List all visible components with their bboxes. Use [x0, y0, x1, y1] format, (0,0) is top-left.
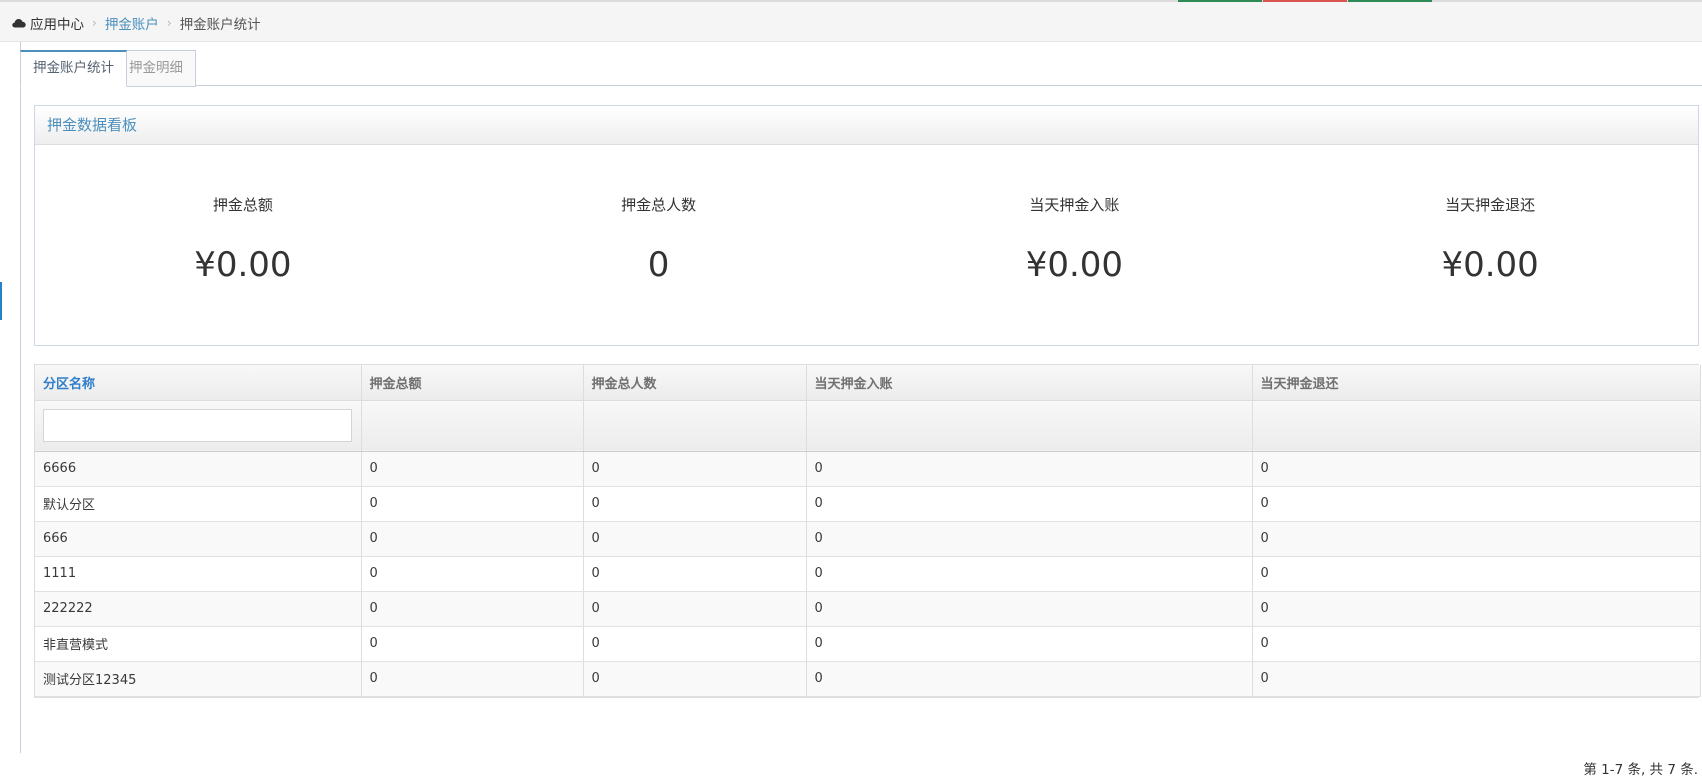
- table-row[interactable]: 222222 0 0 0 0: [35, 591, 1701, 627]
- cell-total-deposit: 0: [361, 556, 584, 592]
- tab-deposit-details[interactable]: 押金明细: [116, 50, 196, 87]
- cell-partition-name: 非直营模式: [35, 626, 362, 662]
- panel-title: 押金数据看板: [35, 106, 1698, 145]
- cell-today-income: 0: [806, 486, 1253, 522]
- tab-deposit-account-stats[interactable]: 押金账户统计: [20, 50, 127, 87]
- cell-partition-name: 测试分区12345: [35, 661, 362, 697]
- cell-total-deposit: 0: [361, 626, 584, 662]
- partition-table: 分区名称 押金总额 押金总人数 当天押金入账 当天押金退还 6666 0 0 0…: [34, 364, 1701, 698]
- cell-today-refund: 0: [1252, 626, 1701, 662]
- stat-today-income: 当天押金入账 ¥0.00: [867, 146, 1283, 346]
- stat-label: 押金总额: [212, 196, 273, 214]
- cell-total-people: 0: [583, 626, 807, 662]
- cell-today-refund: 0: [1252, 521, 1701, 557]
- stat-total-deposit: 押金总额 ¥0.00: [35, 146, 451, 346]
- breadcrumb-separator: ›: [92, 16, 97, 30]
- filter-cell: [361, 400, 584, 452]
- tab-bar: 押金账户统计 押金明细: [20, 50, 1702, 87]
- dashboard-panel: 押金数据看板 押金总额 ¥0.00 押金总人数 0 当天押金入账 ¥0.00 当…: [34, 105, 1699, 346]
- cell-total-people: 0: [583, 661, 807, 697]
- filter-cell: [1252, 400, 1701, 452]
- cell-total-deposit: 0: [361, 521, 584, 557]
- filter-cell: [583, 400, 807, 452]
- stat-total-people: 押金总人数 0: [451, 146, 867, 346]
- cell-total-people: 0: [583, 451, 807, 487]
- cell-total-deposit: 0: [361, 591, 584, 627]
- filter-cell: [806, 400, 1253, 452]
- cell-today-refund: 0: [1252, 486, 1701, 522]
- table-row[interactable]: 1111 0 0 0 0: [35, 556, 1701, 592]
- cell-today-income: 0: [806, 451, 1253, 487]
- cell-today-income: 0: [806, 626, 1253, 662]
- cell-today-income: 0: [806, 661, 1253, 697]
- cell-today-income: 0: [806, 521, 1253, 557]
- sidebar-collapse-indicator: [0, 282, 2, 320]
- breadcrumb-home-link[interactable]: 应用中心: [30, 13, 84, 33]
- cell-partition-name: 1111: [35, 556, 362, 592]
- column-header-today-income[interactable]: 当天押金入账: [806, 365, 1253, 401]
- cell-total-deposit: 0: [361, 486, 584, 522]
- breadcrumb-section-link[interactable]: 押金账户: [105, 13, 159, 33]
- cell-partition-name: 6666: [35, 451, 362, 487]
- cell-today-refund: 0: [1252, 591, 1701, 627]
- pagination-info: 第 1-7 条, 共 7 条.: [1583, 762, 1698, 778]
- table-row[interactable]: 666 0 0 0 0: [35, 521, 1701, 557]
- filter-cell: [35, 400, 362, 452]
- stat-label: 押金总人数: [621, 196, 697, 214]
- cell-today-income: 0: [806, 591, 1253, 627]
- main-content: 押金账户统计 押金明细 押金数据看板 押金总额 ¥0.00 押金总人数 0 当天…: [20, 42, 1702, 778]
- cell-today-refund: 0: [1252, 661, 1701, 697]
- cell-today-income: 0: [806, 556, 1253, 592]
- stat-value: ¥0.00: [1441, 245, 1539, 285]
- table-row[interactable]: 6666 0 0 0 0: [35, 451, 1701, 487]
- partition-name-filter-input[interactable]: [43, 409, 352, 442]
- table-row[interactable]: 默认分区 0 0 0 0: [35, 486, 1701, 522]
- stats-row: 押金总额 ¥0.00 押金总人数 0 当天押金入账 ¥0.00 当天押金退还 ¥…: [35, 146, 1698, 346]
- stat-label: 当天押金入账: [1029, 196, 1120, 214]
- breadcrumb-separator: ›: [166, 16, 172, 30]
- stat-label: 当天押金退还: [1445, 196, 1536, 214]
- cloud-icon: [12, 19, 26, 28]
- column-header-partition-name[interactable]: 分区名称: [35, 365, 362, 401]
- cell-total-people: 0: [583, 556, 807, 592]
- stat-value: ¥0.00: [194, 245, 292, 285]
- column-header-today-refund[interactable]: 当天押金退还: [1252, 365, 1701, 401]
- cell-total-deposit: 0: [361, 661, 584, 697]
- column-header-total-people[interactable]: 押金总人数: [583, 365, 807, 401]
- cell-partition-name: 666: [35, 521, 362, 557]
- table-row[interactable]: 测试分区12345 0 0 0 0: [35, 661, 1701, 697]
- breadcrumb: 应用中心 › 押金账户 › 押金账户统计: [0, 2, 1702, 42]
- cell-total-deposit: 0: [361, 451, 584, 487]
- stat-value: ¥0.00: [1025, 245, 1124, 285]
- cell-total-people: 0: [583, 591, 807, 627]
- column-header-total-deposit[interactable]: 押金总额: [361, 365, 584, 401]
- stat-today-refund: 当天押金退还 ¥0.00: [1282, 146, 1698, 346]
- table-row[interactable]: 非直营模式 0 0 0 0: [35, 626, 1701, 662]
- cell-total-people: 0: [583, 521, 807, 557]
- cell-total-people: 0: [583, 486, 807, 522]
- cell-today-refund: 0: [1252, 451, 1701, 487]
- cell-partition-name: 默认分区: [35, 486, 362, 522]
- breadcrumb-current: 押金账户统计: [179, 17, 261, 33]
- cell-today-refund: 0: [1252, 556, 1701, 592]
- stat-value: 0: [647, 245, 670, 285]
- cell-partition-name: 222222: [35, 591, 362, 627]
